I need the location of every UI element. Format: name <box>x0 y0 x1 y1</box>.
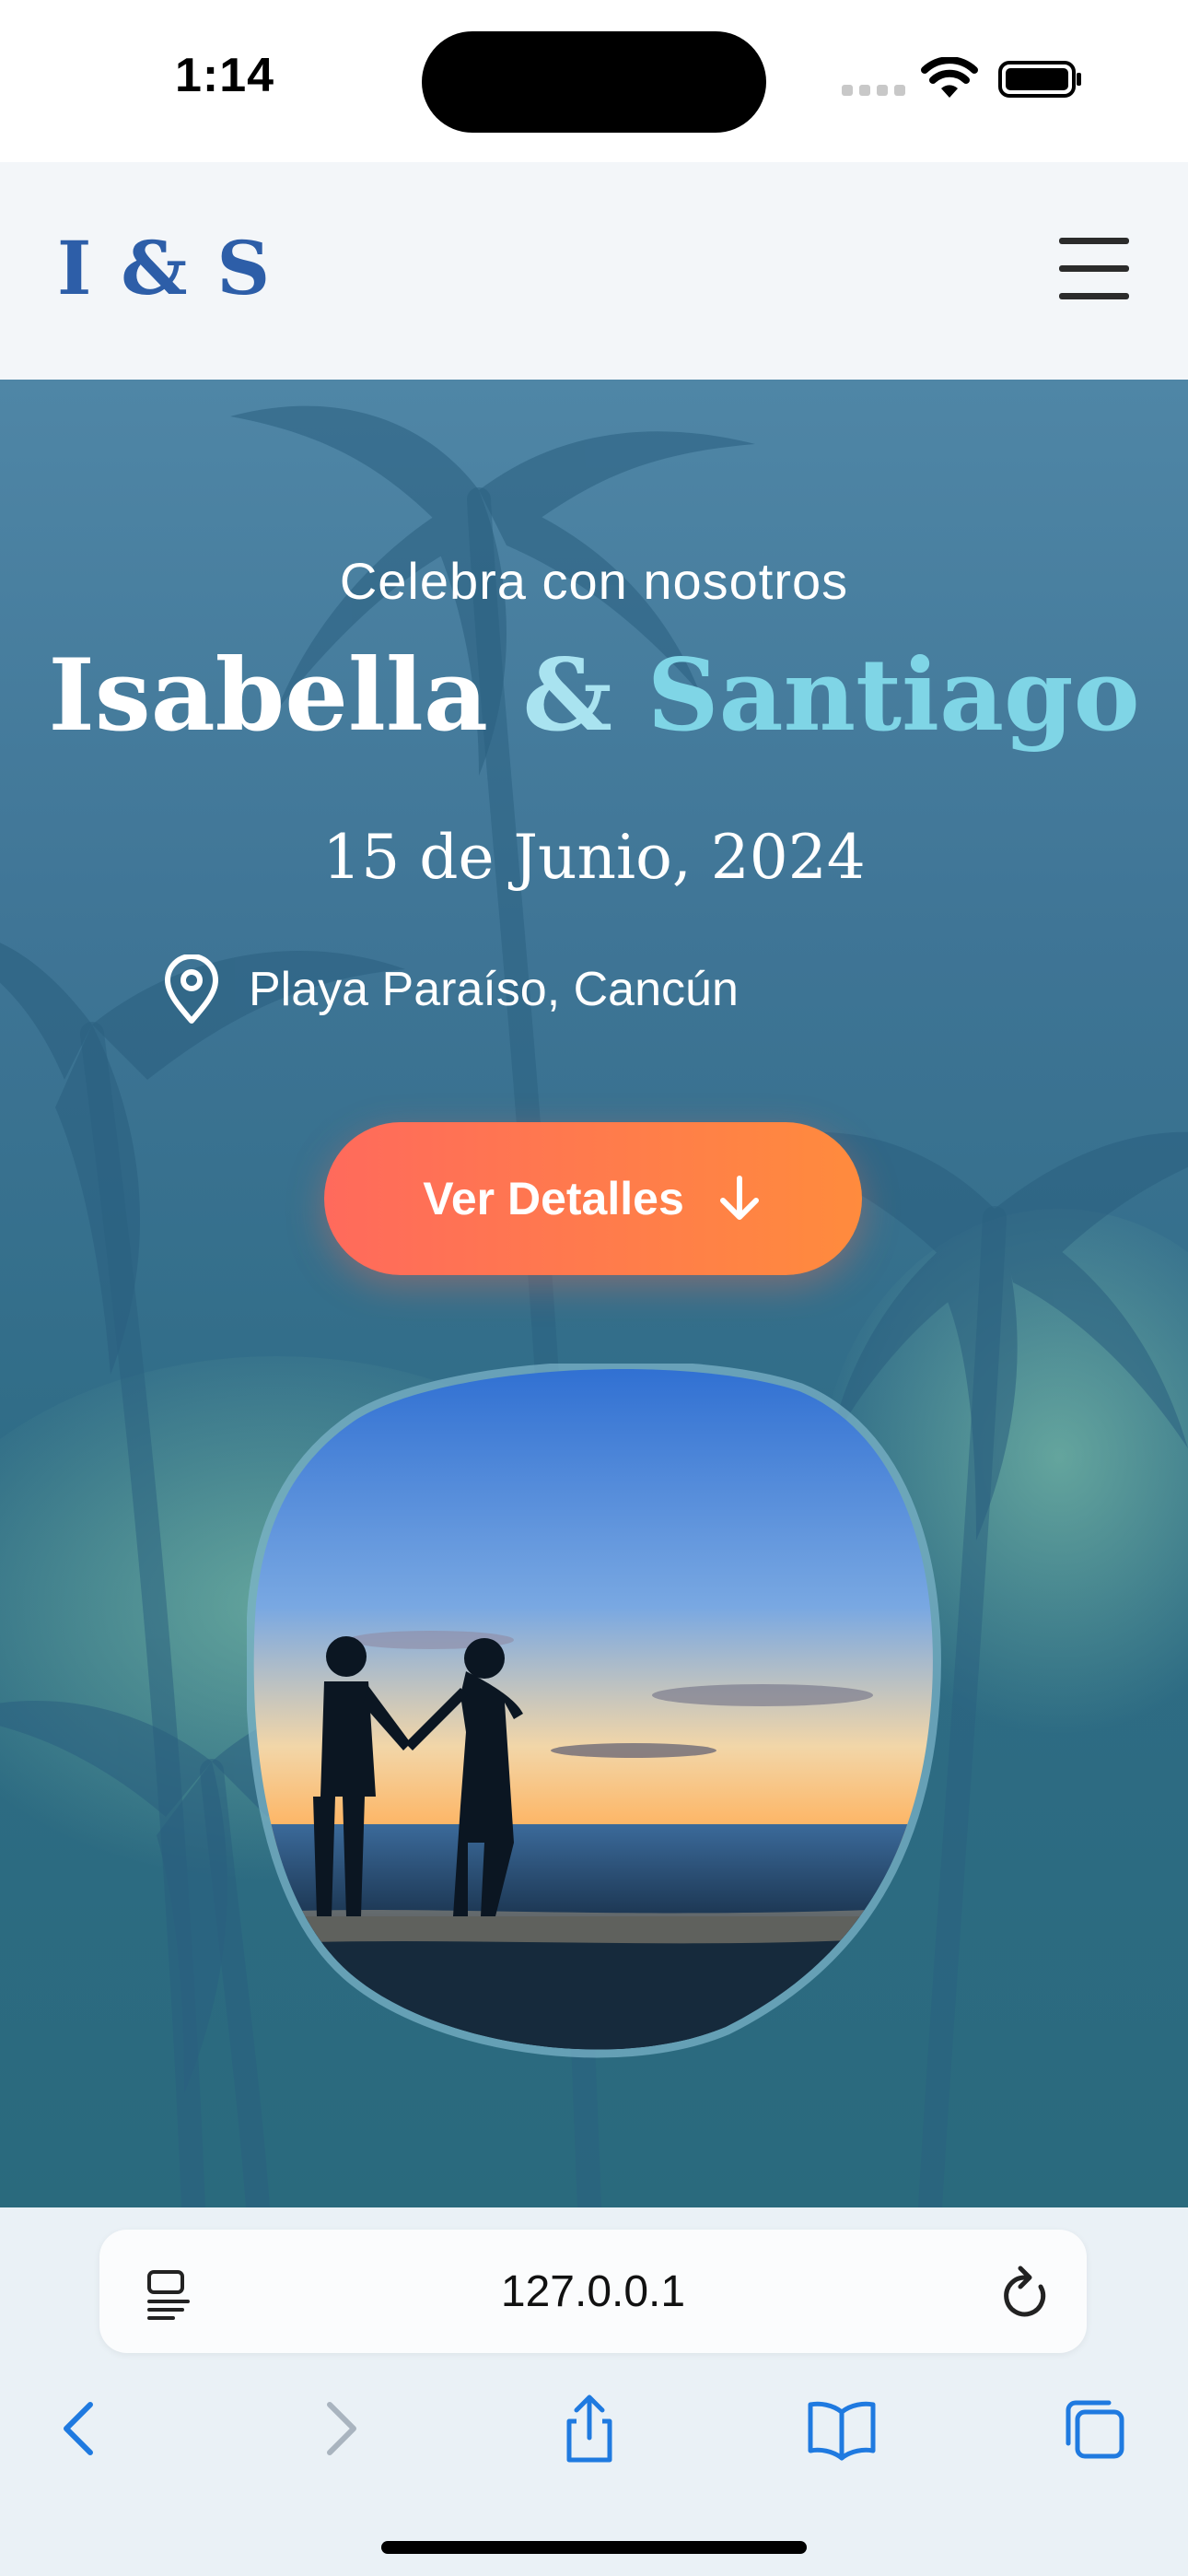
location-text: Playa Paraíso, Cancún <box>249 963 739 1016</box>
hero-subtitle: Celebra con nosotros <box>339 552 849 610</box>
bookmarks-icon[interactable] <box>805 2392 879 2465</box>
dynamic-island <box>422 31 766 133</box>
hero-section: Celebra con nosotros Isabella & Santiago… <box>0 380 1188 2207</box>
names-ampersand: & <box>522 638 613 754</box>
view-details-button[interactable]: Ver Detalles <box>324 1122 862 1275</box>
wifi-icon <box>921 57 978 98</box>
wedding-date: 15 de Junio, 2024 <box>322 822 866 893</box>
site-logo[interactable]: I & S <box>57 225 272 311</box>
reload-icon[interactable] <box>1000 2265 1052 2320</box>
battery-icon <box>998 61 1081 98</box>
browser-toolbar: 127.0.0.1 <box>0 2207 1188 2576</box>
couple-photo <box>247 1364 941 2058</box>
wedding-location: Playa Paraíso, Cancún <box>162 953 739 1026</box>
map-pin-icon <box>165 954 218 1024</box>
hamburger-menu-icon <box>1059 238 1129 244</box>
arrow-down-icon <box>719 1176 759 1220</box>
address-bar[interactable]: 127.0.0.1 <box>99 2230 1087 2353</box>
menu-button[interactable] <box>1059 238 1133 300</box>
forward-icon[interactable] <box>302 2392 376 2465</box>
bride-name: Isabella <box>48 638 488 754</box>
tabs-icon[interactable] <box>1057 2392 1131 2465</box>
back-icon[interactable] <box>44 2392 118 2465</box>
url-text[interactable]: 127.0.0.1 <box>99 2266 1087 2317</box>
status-time: 1:14 <box>175 49 275 102</box>
cellular-signal-icon <box>842 85 906 96</box>
status-bar: 1:14 <box>0 0 1188 162</box>
site-header: I & S <box>0 162 1188 380</box>
groom-name: Santiago <box>646 638 1140 754</box>
view-details-label: Ver Detalles <box>423 1173 684 1224</box>
home-indicator <box>381 2541 807 2554</box>
share-icon[interactable] <box>553 2392 626 2465</box>
couple-names: Isabella & Santiago <box>0 638 1188 754</box>
